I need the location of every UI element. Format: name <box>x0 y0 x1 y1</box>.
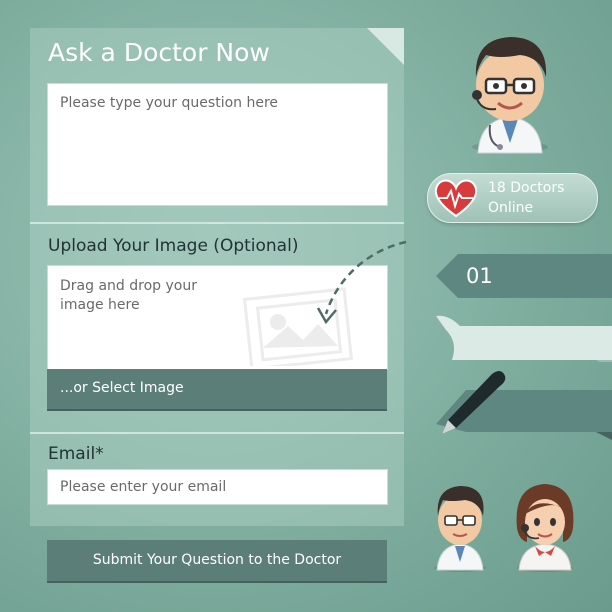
section-divider <box>30 222 404 224</box>
step-ribbon-01 <box>436 254 612 298</box>
question-placeholder: Please type your question here <box>60 95 279 111</box>
email-label: Email* <box>48 444 104 464</box>
doctor-avatar-female <box>516 484 574 572</box>
doctors-online-label: Online <box>488 200 534 216</box>
email-placeholder: Please enter your email <box>60 479 227 495</box>
dashed-arrow-icon <box>316 240 407 325</box>
question-textarea[interactable]: Please type your question here <box>47 83 388 206</box>
pen-icon <box>442 371 506 434</box>
submit-label: Submit Your Question to the Doctor <box>92 552 342 568</box>
dropzone-text-line1: Drag and drop your <box>60 278 197 294</box>
heart-icon <box>434 179 478 218</box>
section-divider <box>30 432 404 434</box>
email-field[interactable]: Please enter your email <box>47 469 388 505</box>
select-image-button[interactable]: ...or Select Image <box>47 369 387 409</box>
doctor-avatar-male <box>434 486 486 572</box>
submit-button[interactable]: Submit Your Question to the Doctor <box>47 540 387 581</box>
doctors-online-text: 18 Doctors Online <box>488 178 588 218</box>
select-image-label: ...or Select Image <box>60 380 184 396</box>
step-number: 01 <box>466 264 493 288</box>
doctor-avatar <box>472 37 548 154</box>
upload-label: Upload Your Image (Optional) <box>48 236 299 256</box>
step-ribbon-02 <box>436 315 612 362</box>
doctors-online-count: 18 Doctors <box>488 180 565 196</box>
page-fold <box>367 28 404 65</box>
dropzone-text-line2: image here <box>60 297 140 313</box>
form-title: Ask a Doctor Now <box>48 38 270 67</box>
